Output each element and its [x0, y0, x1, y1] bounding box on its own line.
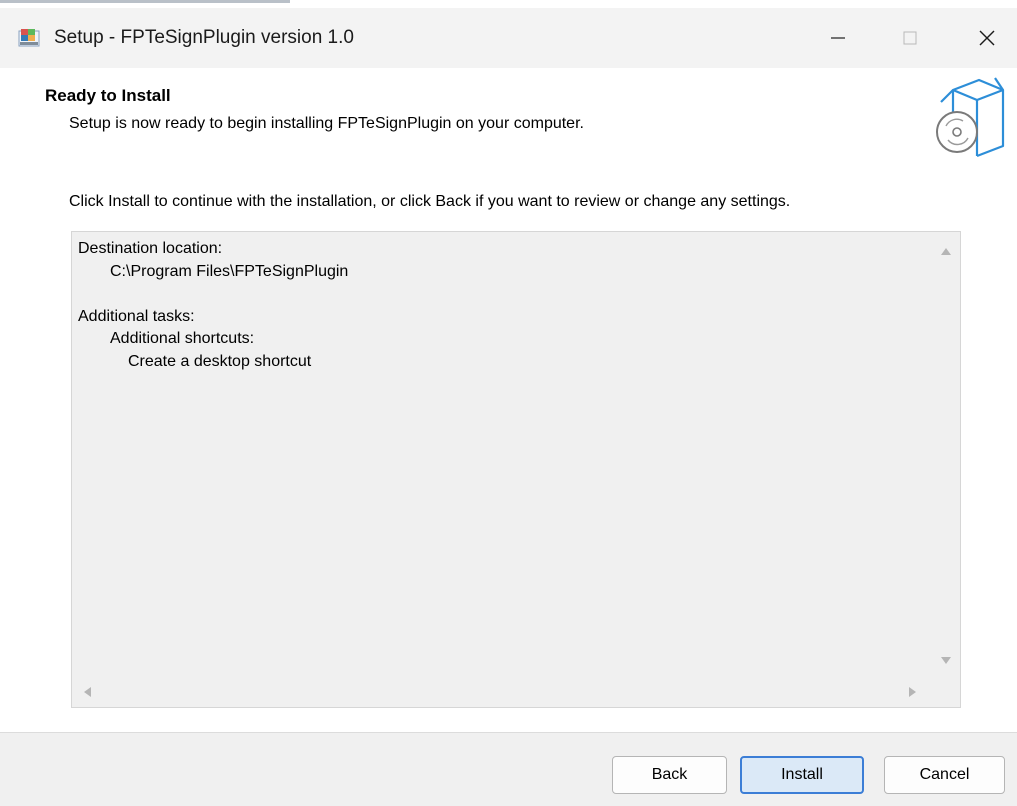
- memo-line: Additional shortcuts:: [110, 330, 255, 347]
- ready-memo[interactable]: Destination location: C:\Program Files\F…: [71, 231, 961, 708]
- software-box-cd-icon: [936, 77, 1005, 158]
- memo-line: Destination location:: [78, 240, 223, 257]
- close-icon: [979, 30, 995, 46]
- maximize-button[interactable]: [880, 8, 940, 68]
- vertical-scrollbar[interactable]: [932, 232, 960, 676]
- install-button[interactable]: Install: [740, 756, 864, 794]
- memo-line: Additional tasks:: [78, 307, 195, 325]
- close-button[interactable]: [957, 8, 1017, 68]
- memo-content: Destination location: C:\Program Files\F…: [78, 238, 348, 373]
- window-title: Setup - FPTeSignPlugin version 1.0: [54, 27, 354, 48]
- back-button[interactable]: Back: [612, 756, 727, 794]
- scroll-up-icon[interactable]: [940, 246, 952, 256]
- minimize-icon: [831, 37, 845, 39]
- setup-app-icon: [18, 29, 40, 47]
- wizard-footer: Back Install Cancel: [0, 733, 1017, 806]
- page-subtitle: Setup is now ready to begin installing F…: [69, 115, 584, 132]
- cancel-button[interactable]: Cancel: [884, 756, 1005, 794]
- scroll-right-icon[interactable]: [908, 686, 918, 698]
- wizard-header: Ready to Install Setup is now ready to b…: [0, 68, 1017, 168]
- memo-line: [78, 283, 348, 306]
- horizontal-scrollbar[interactable]: [72, 677, 932, 707]
- scroll-left-icon[interactable]: [82, 686, 92, 698]
- page-title: Ready to Install: [45, 86, 171, 105]
- title-bar[interactable]: Setup - FPTeSignPlugin version 1.0: [0, 8, 1017, 68]
- memo-line: Create a desktop shortcut: [128, 352, 312, 370]
- minimize-button[interactable]: [808, 8, 868, 68]
- scroll-down-icon[interactable]: [940, 656, 952, 666]
- top-edge: [0, 0, 1017, 8]
- memo-line: C:\Program Files\FPTeSignPlugin: [110, 262, 349, 280]
- scrollbar-corner: [932, 677, 960, 707]
- instructions-text: Click Install to continue with the insta…: [69, 193, 791, 210]
- maximize-icon: [903, 31, 917, 45]
